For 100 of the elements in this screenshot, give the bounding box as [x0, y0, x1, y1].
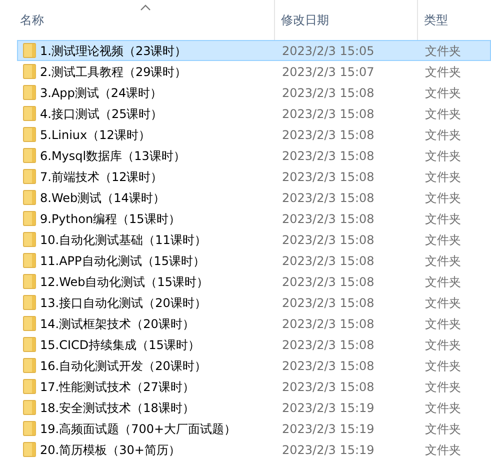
folder-icon — [23, 211, 36, 226]
file-name[interactable]: 20.简历模板（30+简历） — [40, 440, 180, 458]
file-type: 文件夹 — [424, 210, 461, 228]
file-name[interactable]: 18.安全测试技术（18课时） — [40, 398, 194, 416]
modified-date: 2023/2/3 15:19 — [281, 442, 376, 458]
file-name[interactable]: 10.自动化测试基础（11课时） — [40, 230, 206, 248]
folder-icon — [23, 337, 36, 352]
file-row[interactable]: 1.测试理论视频（23课时） 2023/2/3 15:05 文件夹 — [17, 40, 491, 61]
column-header[interactable]: 类型 — [418, 0, 491, 40]
file-name[interactable]: 11.APP自动化测试（15课时） — [40, 252, 206, 270]
file-name[interactable]: 14.测试框架技术（20课时） — [40, 314, 194, 332]
modified-date: 2023/2/3 15:08 — [281, 358, 376, 374]
file-row[interactable]: 4.接口测试（25课时） 2023/2/3 15:08 文件夹 — [17, 103, 491, 124]
file-row[interactable]: 17.性能测试技术（27课时） 2023/2/3 15:08 文件夹 — [17, 376, 491, 397]
file-name[interactable]: 12.Web自动化测试（15课时） — [40, 272, 209, 290]
file-name[interactable]: 7.前端技术（12课时） — [40, 168, 163, 186]
file-type: 文件夹 — [424, 64, 461, 80]
file-name[interactable]: 1.测试理论视频（23课时） — [40, 42, 187, 60]
file-type: 文件夹 — [424, 378, 461, 396]
file-type: 文件夹 — [424, 316, 461, 332]
file-type: 文件夹 — [424, 190, 461, 206]
file-name[interactable]: 4.接口测试（25课时） — [40, 104, 163, 122]
file-row[interactable]: 18.安全测试技术（18课时） 2023/2/3 15:19 文件夹 — [17, 397, 491, 418]
modified-date: 2023/2/3 15:05 — [281, 42, 376, 60]
file-type: 文件夹 — [424, 336, 461, 354]
file-row[interactable]: 2.测试工具教程（29课时） 2023/2/3 15:07 文件夹 — [17, 61, 491, 82]
file-row[interactable]: 3.App测试（24课时） 2023/2/3 15:08 文件夹 — [17, 82, 491, 103]
file-type: 文件夹 — [424, 126, 461, 144]
modified-date: 2023/2/3 15:08 — [281, 210, 376, 228]
folder-icon — [23, 421, 36, 436]
file-name[interactable]: 6.Mysql数据库（13课时） — [40, 146, 186, 164]
folder-icon — [23, 379, 36, 394]
folder-icon — [23, 442, 36, 457]
file-name[interactable]: 16.自动化测试开发（20课时） — [40, 356, 206, 374]
file-row[interactable]: 5.Liniux（12课时） 2023/2/3 15:08 文件夹 — [17, 124, 491, 145]
folder-icon — [23, 148, 36, 163]
file-type: 文件夹 — [424, 400, 461, 416]
file-type: 文件夹 — [424, 420, 461, 438]
folder-icon — [23, 127, 36, 142]
file-row[interactable]: 8.Web测试（14课时） 2023/2/3 15:08 文件夹 — [17, 187, 491, 208]
folder-icon — [23, 274, 36, 289]
folder-icon — [23, 295, 36, 310]
file-name[interactable]: 15.CICD持续集成（15课时） — [40, 336, 200, 354]
file-row[interactable]: 15.CICD持续集成（15课时） 2023/2/3 15:08 文件夹 — [17, 334, 491, 355]
modified-date: 2023/2/3 15:08 — [281, 252, 376, 270]
file-type: 文件夹 — [424, 232, 461, 248]
file-row[interactable]: 11.APP自动化测试（15课时） 2023/2/3 15:08 文件夹 — [17, 250, 491, 271]
folder-icon — [23, 190, 36, 205]
modified-date: 2023/2/3 15:19 — [281, 400, 376, 416]
modified-date: 2023/2/3 15:07 — [281, 64, 376, 80]
file-type: 文件夹 — [424, 358, 461, 374]
modified-date: 2023/2/3 15:08 — [281, 316, 376, 332]
file-type: 文件夹 — [424, 168, 461, 186]
file-row[interactable]: 7.前端技术（12课时） 2023/2/3 15:08 文件夹 — [17, 166, 491, 187]
folder-icon — [23, 400, 36, 415]
modified-date: 2023/2/3 15:08 — [281, 336, 376, 354]
folder-icon — [23, 64, 36, 79]
modified-date: 2023/2/3 15:08 — [281, 126, 376, 144]
file-type: 文件夹 — [424, 442, 461, 458]
file-type: 文件夹 — [424, 294, 461, 312]
file-row[interactable]: 20.简历模板（30+简历） 2023/2/3 15:19 文件夹 — [17, 439, 491, 460]
file-type: 文件夹 — [424, 148, 461, 164]
file-type: 文件夹 — [424, 106, 461, 122]
modified-date: 2023/2/3 15:19 — [281, 420, 376, 438]
file-type: 文件夹 — [424, 84, 461, 102]
folder-icon — [23, 169, 36, 184]
file-name[interactable]: 8.Web测试（14课时） — [40, 188, 165, 206]
file-row[interactable]: 14.测试框架技术（20课时） 2023/2/3 15:08 文件夹 — [17, 313, 491, 334]
file-row[interactable]: 16.自动化测试开发（20课时） 2023/2/3 15:08 文件夹 — [17, 355, 491, 376]
file-type: 文件夹 — [424, 42, 461, 60]
modified-date: 2023/2/3 15:08 — [281, 84, 376, 102]
file-row[interactable]: 6.Mysql数据库（13课时） 2023/2/3 15:08 文件夹 — [17, 145, 491, 166]
file-row[interactable]: 10.自动化测试基础（11课时） 2023/2/3 15:08 文件夹 — [17, 229, 491, 250]
file-name[interactable]: 9.Python编程（15课时） — [40, 210, 180, 228]
file-type: 文件夹 — [424, 252, 461, 270]
folder-icon — [23, 253, 36, 268]
file-name[interactable]: 19.高频面试题（700+大厂面试题） — [40, 420, 236, 438]
modified-date: 2023/2/3 15:08 — [281, 190, 376, 206]
file-row[interactable]: 12.Web自动化测试（15课时） 2023/2/3 15:08 文件夹 — [17, 271, 491, 292]
file-name[interactable]: 2.测试工具教程（29课时） — [40, 62, 187, 80]
modified-date: 2023/2/3 15:08 — [281, 168, 376, 186]
file-row[interactable]: 19.高频面试题（700+大厂面试题） 2023/2/3 15:19 文件夹 — [17, 418, 491, 439]
modified-date: 2023/2/3 15:08 — [281, 106, 376, 122]
folder-icon — [23, 43, 36, 58]
folder-icon — [23, 232, 36, 247]
modified-date: 2023/2/3 15:08 — [281, 232, 376, 248]
file-name[interactable]: 17.性能测试技术（27课时） — [40, 378, 194, 396]
folder-icon — [23, 316, 36, 331]
file-row[interactable]: 13.接口自动化测试（20课时） 2023/2/3 15:08 文件夹 — [17, 292, 491, 313]
modified-date: 2023/2/3 15:08 — [281, 294, 376, 312]
file-name[interactable]: 13.接口自动化测试（20课时） — [40, 294, 206, 312]
modified-date: 2023/2/3 15:08 — [281, 148, 376, 164]
file-name[interactable]: 3.App测试（24课时） — [40, 84, 162, 102]
folder-icon — [23, 358, 36, 373]
modified-date: 2023/2/3 15:08 — [281, 378, 376, 396]
file-row[interactable]: 9.Python编程（15课时） 2023/2/3 15:08 文件夹 — [17, 208, 491, 229]
file-name[interactable]: 5.Liniux（12课时） — [40, 126, 150, 144]
folder-icon — [23, 106, 36, 121]
folder-icon — [23, 85, 36, 100]
file-type: 文件夹 — [424, 274, 461, 290]
